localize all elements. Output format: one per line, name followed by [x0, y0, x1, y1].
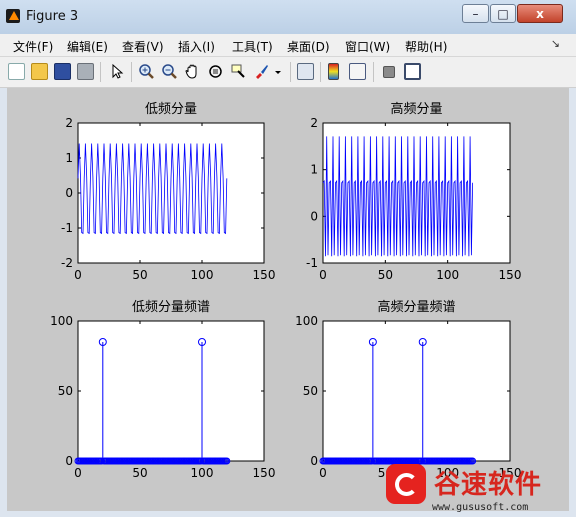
menu-edit[interactable]: 编辑(E) [67, 38, 108, 55]
x-tick-label: 50 [132, 466, 147, 480]
toolbar-separator [373, 62, 374, 82]
watermark-brand: 谷速软件 [434, 470, 543, 500]
open-file-icon[interactable] [31, 63, 48, 80]
pan-hand-icon[interactable] [184, 63, 201, 80]
watermark-url: www.gususoft.com [432, 502, 529, 513]
x-tick-label: 0 [74, 466, 82, 480]
axes-title: 低频分量频谱 [132, 300, 210, 315]
subplot-4[interactable]: 高频分量频谱050100150050100 [295, 299, 521, 480]
x-tick-label: 0 [319, 268, 327, 282]
rotate-3d-icon[interactable] [207, 63, 224, 80]
maximize-button[interactable]: □ [490, 4, 516, 23]
y-tick-label: 1 [65, 151, 73, 165]
y-tick-label: 2 [310, 116, 318, 130]
y-tick-label: 100 [50, 314, 73, 328]
zoom-in-icon[interactable] [138, 63, 155, 80]
watermark: 谷速软件 www.gususoft.com [380, 458, 576, 517]
menu-help[interactable]: 帮助(H) [405, 38, 447, 55]
x-tick-label: 50 [132, 268, 147, 282]
link-plot-icon[interactable] [297, 63, 314, 80]
y-tick-label: 0 [65, 186, 73, 200]
menu-bar: 文件(F) 编辑(E) 查看(V) 插入(I) 工具(T) 桌面(D) 窗口(W… [0, 34, 576, 57]
menu-overflow-icon[interactable]: ↘ [551, 37, 560, 50]
x-tick-label: 100 [191, 268, 214, 282]
x-tick-label: 0 [319, 466, 327, 480]
y-tick-label: -1 [61, 221, 73, 235]
subplot-3[interactable]: 低频分量频谱 0 50 100 150 0 50 100 [50, 300, 275, 480]
y-tick-label: 50 [58, 384, 73, 398]
toolbar [0, 57, 576, 88]
subplot-grid: 低频分量0 50 100 150-2-1012高频分量0 50 100 150-1012低频… [50, 101, 521, 480]
window-edge [569, 88, 576, 511]
new-figure-icon[interactable] [8, 63, 25, 80]
y-tick-label: -1 [306, 256, 318, 270]
print-icon[interactable] [77, 63, 94, 80]
menu-tools[interactable]: 工具(T) [232, 38, 273, 55]
hide-plot-tools-icon[interactable] [383, 66, 395, 78]
y-tick-label: 0 [310, 454, 318, 468]
zoom-out-icon[interactable] [161, 63, 178, 80]
y-tick-label: -2 [61, 256, 73, 270]
x-tick-label: 0 [74, 268, 82, 282]
subplot-1[interactable]: 低频分量 0 50 100 150 -2 -1 0 1 2 [61, 102, 275, 282]
data-cursor-icon[interactable] [230, 63, 247, 80]
menu-file[interactable]: 文件(F) [13, 38, 53, 55]
show-plot-tools-icon[interactable] [404, 63, 421, 80]
title-bar[interactable]: Figure 3 – □ x [0, 0, 576, 34]
edit-plot-arrow-icon[interactable] [108, 63, 125, 80]
subplot-2[interactable]: 高频分量0 50 100 150-1012 [306, 101, 521, 282]
matlab-icon [6, 9, 20, 23]
toolbar-separator [131, 62, 132, 82]
watermark-logo [386, 464, 426, 504]
colorbar-icon[interactable] [328, 63, 339, 80]
brush-icon[interactable] [253, 63, 270, 80]
toolbar-separator [100, 62, 101, 82]
x-tick-label: 50 [378, 268, 393, 282]
y-tick-label: 0 [65, 454, 73, 468]
axes-title: 高频分量 [390, 101, 442, 117]
brush-dropdown-icon[interactable] [274, 63, 283, 80]
legend-icon[interactable] [349, 63, 366, 80]
minimize-button[interactable]: – [462, 4, 489, 23]
axes-box [322, 320, 511, 462]
figure-window: Figure 3 – □ x 文件(F) 编辑(E) 查看(V) 插入(I) 工… [0, 0, 576, 517]
axes-title: 低频分量 [145, 102, 197, 117]
menu-desktop[interactable]: 桌面(D) [287, 38, 330, 55]
menu-insert[interactable]: 插入(I) [178, 38, 215, 55]
y-tick-label: 1 [310, 163, 318, 177]
window-title: Figure 3 [26, 9, 79, 24]
x-tick-label: 100 [436, 268, 459, 282]
y-tick-label: 2 [65, 116, 73, 130]
y-tick-label: 50 [303, 384, 318, 398]
toolbar-separator [290, 62, 291, 82]
x-tick-label: 150 [253, 466, 276, 480]
y-tick-label: 0 [310, 209, 318, 223]
figure-canvas: 低频分量 0 50 100 150 -2 -1 0 1 2 高频分量 0 50 100 150 -1 0 1 2 低频… [7, 88, 569, 511]
x-tick-label: 150 [499, 268, 522, 282]
save-icon[interactable] [54, 63, 71, 80]
y-tick-label: 100 [295, 314, 318, 328]
close-button[interactable]: x [517, 4, 563, 23]
axes-title: 高频分量频谱 [377, 299, 455, 315]
x-tick-label: 150 [253, 268, 276, 282]
menu-window[interactable]: 窗口(W) [345, 38, 390, 55]
toolbar-separator [320, 62, 321, 82]
menu-view[interactable]: 查看(V) [122, 38, 164, 55]
x-tick-label: 100 [191, 466, 214, 480]
